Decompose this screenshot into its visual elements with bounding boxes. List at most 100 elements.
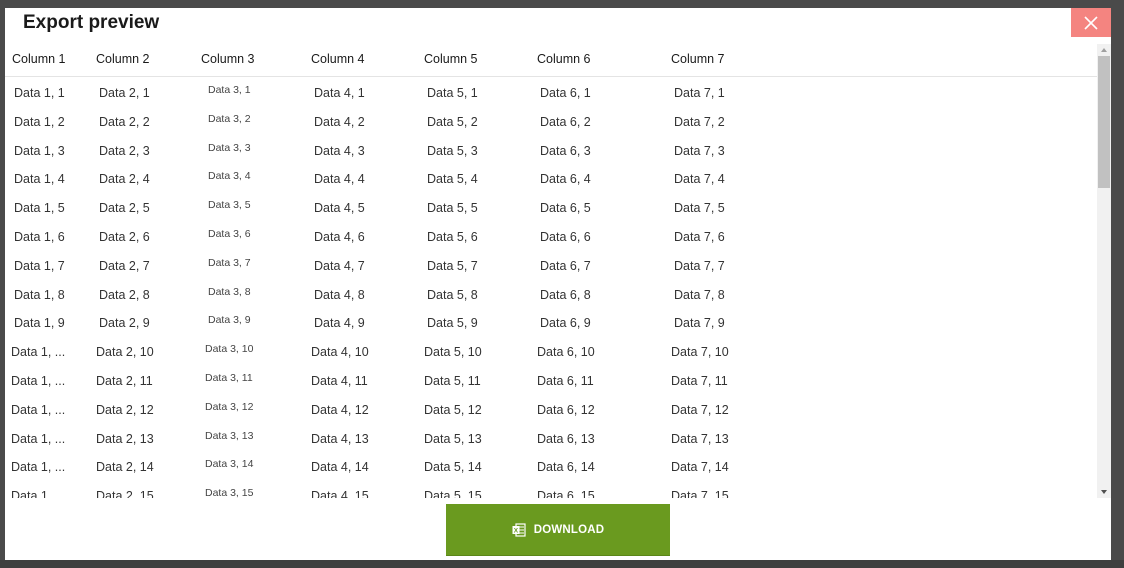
table-cell: Data 2, 9 <box>99 316 150 331</box>
column-header-5[interactable]: Column 5 <box>424 52 478 66</box>
table-cell: Data 6, 7 <box>540 258 591 273</box>
scroll-down-arrow-icon[interactable] <box>1097 486 1111 498</box>
table-row[interactable]: Data 1, ... Data 2, 12 Data 3, 12 Data 4, 1… <box>5 394 1097 423</box>
table-cell: Data 5, 1 <box>427 86 478 100</box>
table-cell: Data 3, 14 <box>205 458 254 471</box>
table-cell: Data 7, 5 <box>674 201 725 216</box>
table-cell: Data 3, 12 <box>205 400 254 413</box>
table-cell: Data 4, 12 <box>311 402 369 417</box>
table-cell: Data 5, 8 <box>427 287 478 302</box>
table-row[interactable]: Data 1, 5 Data 2, 5 Data 3, 5 Data 4, 5 Data… <box>5 192 1097 221</box>
table-cell: Data 1, 4 <box>14 172 65 187</box>
table-body: Data 1, 1 Data 2, 1 Data 3, 1 Data 4, 1 Data… <box>5 77 1097 498</box>
preview-table[interactable]: Column 1 Column 2 Column 3 Column 4 Column 5… <box>5 44 1097 498</box>
table-row[interactable]: Data 1, ... Data 2, 10 Data 3, 10 Data 4, 1… <box>5 336 1097 365</box>
table-cell: Data 5, 11 <box>424 373 481 388</box>
table-cell: Data 4, 14 <box>311 460 369 475</box>
table-cell: Data 6, 9 <box>540 316 591 331</box>
table-cell: Data 3, 6 <box>208 227 251 240</box>
table-row[interactable]: Data 1, 9 Data 2, 9 Data 3, 9 Data 4, 9 Data… <box>5 307 1097 336</box>
close-icon <box>1084 15 1098 30</box>
table-cell: Data 1, ... <box>11 489 66 498</box>
table-cell: Data 3, 2 <box>208 112 251 125</box>
table-cell: Data 4, 1 <box>314 86 365 100</box>
column-header-4[interactable]: Column 4 <box>311 52 365 66</box>
table-cell: Data 7, 2 <box>674 114 725 129</box>
table-row[interactable]: Data 1, 2 Data 2, 2 Data 3, 2 Data 4, 2 Data… <box>5 106 1097 135</box>
table-cell: Data 2, 4 <box>99 172 150 187</box>
table-cell: Data 2, 8 <box>99 287 150 302</box>
table-cell: Data 2, 6 <box>99 229 150 244</box>
table-cell: Data 7, 11 <box>671 373 728 388</box>
vertical-scrollbar[interactable] <box>1097 44 1111 498</box>
table-cell: Data 3, 5 <box>208 199 251 212</box>
export-preview-dialog: Export preview Column 1 Column 2 Column 3C… <box>5 8 1111 560</box>
table-cell: Data 2, 12 <box>96 402 154 417</box>
table-cell: Data 5, 7 <box>427 258 478 273</box>
table-cell: Data 4, 8 <box>314 287 365 302</box>
table-cell: Data 2, 7 <box>99 258 150 273</box>
table-cell: Data 7, 6 <box>674 229 725 244</box>
table-cell: Data 5, 6 <box>427 229 478 244</box>
table-cell: Data 5, 2 <box>427 114 478 129</box>
table-cell: Data 6, 6 <box>540 229 591 244</box>
table-row[interactable]: Data 1, 6 Data 2, 6 Data 3, 6 Data 4, 6 Data… <box>5 221 1097 250</box>
table-cell: Data 7, 3 <box>674 143 725 158</box>
column-header-7[interactable]: Column 7 <box>671 52 725 66</box>
table-cell: Data 6, 15 <box>537 489 595 498</box>
table-cell: Data 1, 6 <box>14 229 65 244</box>
table-cell: Data 5, 5 <box>427 201 478 216</box>
table-cell: Data 1, 2 <box>14 114 65 129</box>
table-cell: Data 2, 2 <box>99 114 150 129</box>
dialog-title: Export preview <box>23 12 160 33</box>
table-row[interactable]: Data 1, ... Data 2, 14 Data 3, 14 Data 4, 1… <box>5 451 1097 480</box>
table-cell: Data 6, 4 <box>540 172 591 187</box>
table-cell: Data 2, 5 <box>99 201 150 216</box>
table-cell: Data 7, 12 <box>671 402 729 417</box>
table-cell: Data 4, 13 <box>311 431 369 446</box>
table-cell: Data 4, 7 <box>314 258 365 273</box>
table-cell: Data 4, 2 <box>314 114 365 129</box>
table-cell: Data 4, 10 <box>311 345 369 360</box>
table-row[interactable]: Data 1, ... Data 2, 11 Data 3, 11 Data 4, 1… <box>5 365 1097 394</box>
close-button[interactable] <box>1071 8 1111 37</box>
table-cell: Data 6, 10 <box>537 345 595 360</box>
table-row[interactable]: Data 1, 8 Data 2, 8 Data 3, 8 Data 4, 8 Data… <box>5 279 1097 308</box>
table-cell: Data 5, 3 <box>427 143 478 158</box>
table-row[interactable]: Data 1, ... Data 2, 15 Data 3, 15 Data 4, 1… <box>5 480 1097 498</box>
table-cell: Data 2, 1 <box>99 86 150 100</box>
table-cell: Data 1, 7 <box>14 258 65 273</box>
column-header-1[interactable]: Column 1 <box>12 52 66 66</box>
table-cell: Data 2, 3 <box>99 143 150 158</box>
column-header-6[interactable]: Column 6 <box>537 52 591 66</box>
table-cell: Data 7, 7 <box>674 258 725 273</box>
table-cell: Data 1, ... <box>11 460 66 475</box>
scroll-thumb[interactable] <box>1098 56 1110 188</box>
table-cell: Data 7, 10 <box>671 345 729 360</box>
table-cell: Data 1, 1 <box>14 86 65 100</box>
table-row[interactable]: Data 1, 1 Data 2, 1 Data 3, 1 Data 4, 1 Data… <box>5 77 1097 106</box>
table-row[interactable]: Data 1, ... Data 2, 13 Data 3, 13 Data 4, 1… <box>5 423 1097 452</box>
table-cell: Data 2, 10 <box>96 345 154 360</box>
table-cell: Data 6, 5 <box>540 201 591 216</box>
table-cell: Data 1, ... <box>11 431 66 446</box>
column-header-3[interactable]: Column 3 <box>201 52 255 66</box>
table-row[interactable]: Data 1, 4 Data 2, 4 Data 3, 4 Data 4, 4 Data… <box>5 163 1097 192</box>
table-cell: Data 6, 3 <box>540 143 591 158</box>
window-bottom-edge <box>0 560 1124 568</box>
table-cell: Data 6, 13 <box>537 431 595 446</box>
scroll-up-arrow-icon[interactable] <box>1097 44 1111 56</box>
table-cell: Data 4, 9 <box>314 316 365 331</box>
table-cell: Data 1, 8 <box>14 287 65 302</box>
table-cell: Data 5, 15 <box>424 489 482 498</box>
table-cell: Data 3, 4 <box>208 170 251 183</box>
table-row[interactable]: Data 1, 7 Data 2, 7 Data 3, 7 Data 4, 7 Data… <box>5 250 1097 279</box>
table-cell: Data 3, 9 <box>208 314 251 327</box>
table-cell: Data 4, 15 <box>311 489 369 498</box>
table-cell: Data 4, 4 <box>314 172 365 187</box>
table-cell: Data 4, 6 <box>314 229 365 244</box>
column-header-2[interactable]: Column 2 <box>96 52 150 66</box>
table-cell: Data 2, 11 <box>96 373 153 388</box>
table-row[interactable]: Data 1, 3 Data 2, 3 Data 3, 3 Data 4, 3 Data… <box>5 135 1097 164</box>
download-button[interactable]: X DOWNLOAD <box>446 504 670 556</box>
